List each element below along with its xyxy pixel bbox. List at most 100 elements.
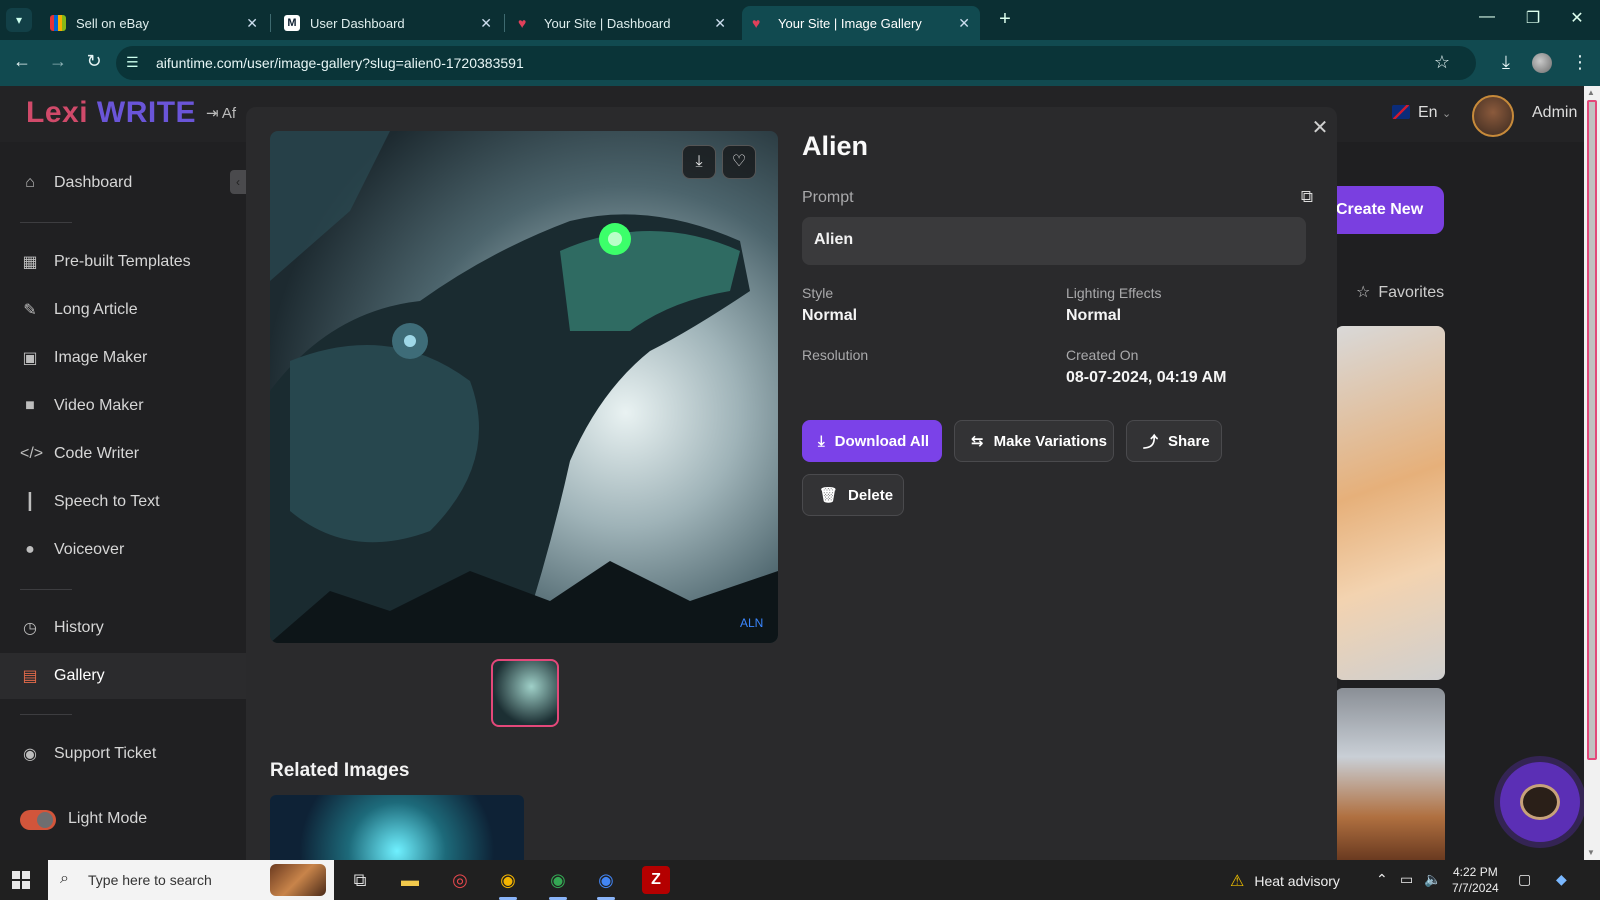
language-selector[interactable]: En ⌄ xyxy=(1392,104,1451,122)
modal-close-icon[interactable]: ✕ xyxy=(1308,115,1332,140)
restore-icon[interactable]: ❐ xyxy=(1518,8,1548,28)
forward-icon[interactable]: → xyxy=(46,51,70,72)
related-images-heading: Related Images xyxy=(270,760,410,781)
sidebar-item-voiceover[interactable]: ● Voiceover xyxy=(0,527,246,573)
taskbar-search-placeholder[interactable]: Type here to search xyxy=(88,872,212,888)
tab-close-icon[interactable]: ✕ xyxy=(714,15,726,32)
url-field[interactable]: ☰ aifuntime.com/user/image-gallery?slug=… xyxy=(116,46,1476,80)
weather-widget[interactable]: ⚠ Heat advisory xyxy=(1230,871,1340,891)
sidebar-item-image-maker[interactable]: ▣ Image Maker xyxy=(0,335,246,381)
windows-start-icon[interactable] xyxy=(12,871,30,889)
sidebar-collapse-button[interactable]: ‹ xyxy=(230,170,246,194)
chatbot-face-icon xyxy=(1520,784,1560,820)
gallery-image-card[interactable] xyxy=(1335,688,1445,860)
chat-assistant-button[interactable] xyxy=(1500,762,1580,842)
created-on-label: Created On xyxy=(1066,347,1139,363)
page-scrollbar[interactable]: ▲ ▼ xyxy=(1584,86,1600,860)
tab-close-icon[interactable]: ✕ xyxy=(246,15,258,32)
related-image-card[interactable] xyxy=(270,795,524,860)
tray-chevron-icon[interactable]: ⌃ xyxy=(1376,871,1388,888)
generated-image: ALN ⤓ ♡ xyxy=(270,131,778,643)
menu-kebab-icon[interactable]: ⋮ xyxy=(1568,52,1592,73)
tab-close-icon[interactable]: ✕ xyxy=(480,15,492,32)
make-variations-button[interactable]: ⇆ Make Variations xyxy=(954,420,1114,462)
tab-your-site-dashboard[interactable]: ♥ Your Site | Dashboard ✕ xyxy=(508,6,736,40)
sidebar-item-history[interactable]: ◷ History xyxy=(0,605,246,651)
chrome-icon[interactable]: ◉ xyxy=(494,866,522,894)
network-icon[interactable]: ▭ xyxy=(1400,871,1413,888)
sidebar-item-video-maker[interactable]: ■ Video Maker xyxy=(0,383,246,429)
warning-icon: ⚠ xyxy=(1230,873,1245,890)
delete-button[interactable]: 🗑 Delete xyxy=(802,474,904,516)
share-button[interactable]: ⤴ Share xyxy=(1126,420,1222,462)
lighting-effects-label: Lighting Effects xyxy=(1066,285,1162,301)
chevron-down-icon: ⌄ xyxy=(1442,108,1452,120)
notifications-icon[interactable]: ▢ xyxy=(1518,871,1531,888)
pen-icon: ✎ xyxy=(23,302,37,319)
browser-profile-avatar[interactable] xyxy=(1532,53,1552,73)
window-close-icon[interactable]: ✕ xyxy=(1562,8,1592,28)
system-clock[interactable]: 4:22 PM 7/7/2024 xyxy=(1452,864,1499,896)
user-name[interactable]: Admin xyxy=(1532,104,1577,122)
download-all-button[interactable]: ⤓ Download All xyxy=(802,420,942,462)
file-explorer-icon[interactable]: ▬ xyxy=(396,866,424,894)
reload-icon[interactable]: ↻ xyxy=(82,51,106,72)
chrome-profile-icon[interactable]: ◉ xyxy=(544,866,572,894)
alien-creature-illustration: ALN xyxy=(270,131,778,643)
sidebar-item-gallery[interactable]: ▤ Gallery xyxy=(0,653,246,699)
address-bar: ← → ↻ ☰ aifuntime.com/user/image-gallery… xyxy=(0,40,1600,86)
sidebar-item-long-article[interactable]: ✎ Long Article xyxy=(0,287,246,333)
created-on-value: 08-07-2024, 04:19 AM xyxy=(1066,369,1227,386)
image-detail-modal: ✕ ALN ⤓ ♡ Related Images Alien Prompt ⧉ … xyxy=(246,107,1337,860)
chrome-profile-2-icon[interactable]: ◉ xyxy=(592,866,620,894)
tab-image-gallery[interactable]: ♥ Your Site | Image Gallery ✕ xyxy=(742,6,980,40)
prompt-value: Alien xyxy=(802,217,1306,265)
tab-search-button[interactable]: ▾ xyxy=(6,8,32,32)
sidebar-item-speech-to-text[interactable]: ┃ Speech to Text xyxy=(0,479,246,525)
tab-label: Your Site | Dashboard xyxy=(544,15,671,31)
copilot-icon[interactable]: ◆ xyxy=(1556,871,1567,888)
minimize-icon[interactable]: — xyxy=(1472,8,1502,26)
download-image-icon[interactable]: ⤓ xyxy=(682,145,716,179)
affiliate-link[interactable]: ⇥ Af xyxy=(206,104,236,122)
light-mode-toggle[interactable] xyxy=(20,810,56,830)
history-icon: ◷ xyxy=(23,620,37,637)
m-favicon-icon: M xyxy=(284,15,300,31)
recording-app-icon[interactable]: ◎ xyxy=(446,866,474,894)
bookmark-star-icon[interactable]: ☆ xyxy=(1434,52,1450,73)
new-tab-button[interactable]: + xyxy=(992,8,1018,31)
tab-sell-on-ebay[interactable]: Sell on eBay ✕ xyxy=(40,6,268,40)
tab-close-icon[interactable]: ✕ xyxy=(958,15,970,32)
downloads-icon[interactable]: ⤓ xyxy=(1494,52,1518,73)
taskbar-search-box[interactable]: ⌕ Type here to search xyxy=(48,860,334,900)
user-avatar[interactable] xyxy=(1472,95,1514,137)
windows-taskbar: ⌕ Type here to search ⧉ ▬ ◎ ◉ ◉ ◉ Z ⚠ Hea… xyxy=(0,860,1600,900)
gallery-image-card[interactable] xyxy=(1335,326,1445,680)
favorites-filter[interactable]: ☆ Favorites xyxy=(1356,282,1444,302)
task-view-icon[interactable]: ⧉ xyxy=(346,866,374,894)
tab-user-dashboard[interactable]: M User Dashboard ✕ xyxy=(274,6,502,40)
download-icon: ⤓ xyxy=(818,432,825,450)
image-title: Alien xyxy=(802,131,869,161)
favorite-heart-icon[interactable]: ♡ xyxy=(722,145,756,179)
volume-icon[interactable]: 🔈 xyxy=(1424,871,1441,888)
lighting-effects-value: Normal xyxy=(1066,307,1122,324)
image-thumbnail[interactable] xyxy=(491,659,559,727)
sidebar-item-pre-built-templates[interactable]: ▦ Pre-built Templates xyxy=(0,239,246,285)
code-icon: </> xyxy=(20,445,44,462)
sidebar-item-support-ticket[interactable]: ◉ Support Ticket xyxy=(0,731,246,777)
tab-label: User Dashboard xyxy=(310,15,405,31)
image-watermark-text: ALN xyxy=(740,616,763,630)
filezilla-icon[interactable]: Z xyxy=(642,866,670,894)
url-text[interactable]: aifuntime.com/user/image-gallery?slug=al… xyxy=(156,55,524,71)
site-info-icon[interactable]: ☰ xyxy=(126,54,139,71)
back-icon[interactable]: ← xyxy=(10,51,34,72)
trash-icon: 🗑 xyxy=(819,487,839,504)
sidebar-item-code-writer[interactable]: </> Code Writer xyxy=(0,431,246,477)
uk-flag-icon xyxy=(1392,105,1410,119)
lexiwrite-logo[interactable]: Lexi WRITE xyxy=(26,96,196,130)
share-icon: ⤴ xyxy=(1143,433,1159,451)
ebay-favicon-icon xyxy=(50,15,66,31)
sidebar-item-dashboard[interactable]: ⌂ Dashboard xyxy=(0,160,246,206)
copy-icon[interactable]: ⧉ xyxy=(1296,187,1318,207)
